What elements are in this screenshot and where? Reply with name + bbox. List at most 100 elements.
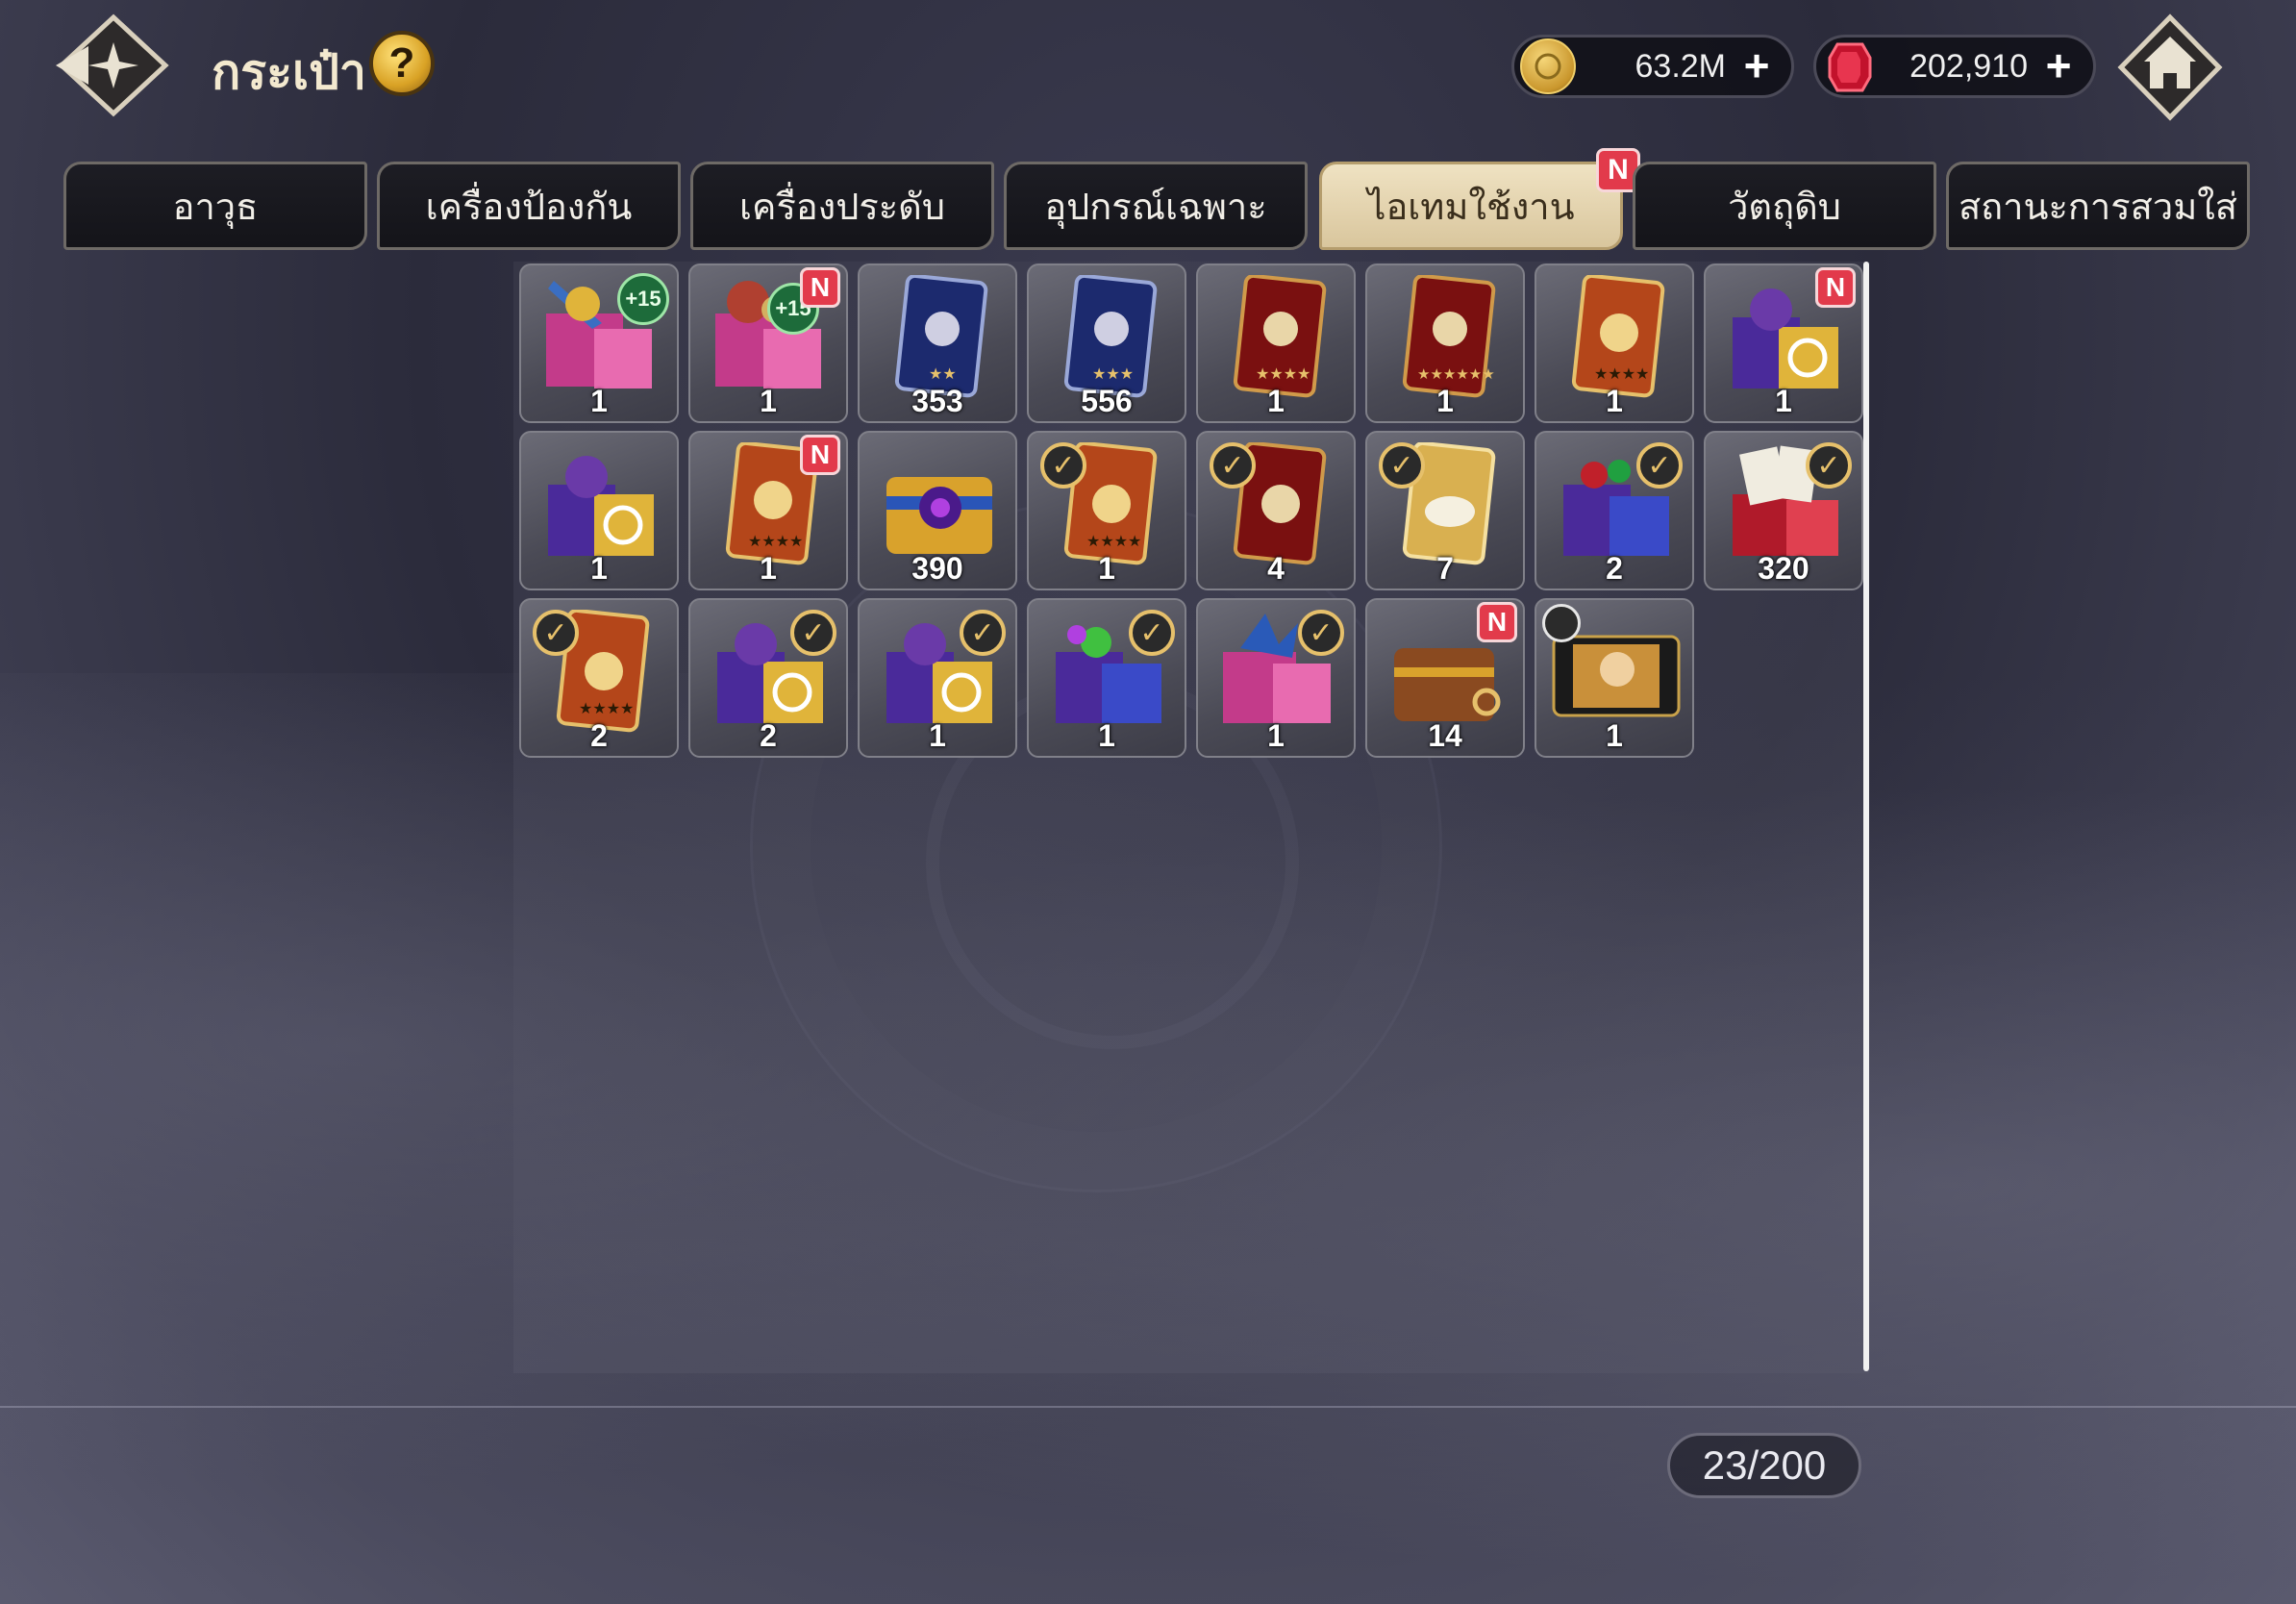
inventory-grid: +15 1 +15 N 1 ★★ 353 ★★★ 556 ★★★★ 1 ★★★★… [519, 263, 1863, 764]
item-quantity: 1 [1606, 718, 1623, 753]
inventory-item[interactable]: ★★★★ 1 [1535, 263, 1694, 423]
tab-consumables[interactable]: ไอเทมใช้งาน [1319, 162, 1623, 250]
svg-text:★★★★: ★★★★ [1594, 366, 1649, 383]
gem-amount: 202,910 [1909, 47, 2028, 85]
item-quantity: 1 [1098, 551, 1115, 586]
inventory-item[interactable]: ✓ 2 [688, 598, 848, 758]
inventory-item[interactable]: ✓ 1 [1027, 598, 1186, 758]
inventory-item[interactable]: ✓ 320 [1704, 431, 1863, 590]
item-quantity: 1 [1436, 384, 1454, 418]
item-quantity: 14 [1428, 718, 1462, 753]
svg-text:★★: ★★ [929, 366, 957, 383]
back-button[interactable] [50, 13, 173, 117]
svg-text:★★★: ★★★ [1092, 366, 1134, 383]
orange-card-icon: ★★★★ [1571, 275, 1665, 398]
svg-text:★★★★: ★★★★ [579, 701, 634, 717]
inventory-item[interactable]: ★★★★ ✓ 1 [1027, 431, 1186, 590]
item-quantity: 2 [590, 718, 608, 753]
item-quantity: 1 [760, 384, 777, 418]
item-quantity: 1 [1606, 384, 1623, 418]
inventory-item[interactable]: ★★★ 556 [1027, 263, 1186, 423]
item-quantity: 1 [929, 718, 946, 753]
home-button[interactable] [2117, 13, 2223, 121]
blue-card-icon: ★★ [894, 275, 988, 398]
item-quantity: 1 [1098, 718, 1115, 753]
checkmark-icon: ✓ [1806, 442, 1852, 489]
red-card-icon: ★★★★★★ [1402, 275, 1496, 398]
gem-currency: 202,910 + [1813, 35, 2096, 98]
tab-equip-status[interactable]: สถานะการสวมใส่ [1946, 162, 2250, 250]
checkmark-icon: ✓ [960, 610, 1006, 656]
item-quantity: 7 [1436, 551, 1454, 586]
inventory-item[interactable]: ✓ 2 [1535, 431, 1694, 590]
checkmark-icon: ✓ [790, 610, 836, 656]
checkmark-icon: ✓ [533, 610, 579, 656]
checkmark-icon: ✓ [1298, 610, 1344, 656]
add-gem-button[interactable]: + [2039, 43, 2078, 88]
help-button[interactable]: ? [369, 31, 435, 96]
item-quantity: 2 [1606, 551, 1623, 586]
inventory-item[interactable]: ★★ 353 [858, 263, 1017, 423]
inventory-item[interactable]: ★★★★ ✓ 2 [519, 598, 679, 758]
inventory-item[interactable]: 390 [858, 431, 1017, 590]
checkmark-icon: ✓ [1040, 442, 1086, 489]
category-tabs: อาวุธ เครื่องป้องกัน เครื่องประดับ อุปกร… [63, 148, 2250, 252]
item-quantity: 320 [1758, 551, 1809, 586]
inventory-item[interactable]: ★★★★ 1 [1196, 263, 1356, 423]
checkmark-icon: ✓ [1379, 442, 1425, 489]
purple-ring-box-icon [548, 456, 654, 556]
item-quantity: 1 [760, 551, 777, 586]
ruby-gem-icon [1822, 38, 1878, 94]
tab-weapons[interactable]: อาวุธ [63, 162, 367, 250]
new-badge: N [800, 435, 840, 475]
back-arrow-icon [56, 13, 169, 117]
svg-text:★★★★: ★★★★ [1086, 534, 1141, 550]
svg-text:★★★★: ★★★★ [748, 534, 803, 550]
item-quantity: 390 [911, 551, 963, 586]
gold-amount: 63.2M [1635, 47, 1727, 85]
inventory-item[interactable]: ★★★★ N 1 [688, 431, 848, 590]
timer-icon [1542, 604, 1581, 642]
new-badge: N [1477, 602, 1517, 642]
inventory-item[interactable]: ✓ 7 [1365, 431, 1525, 590]
tab-materials[interactable]: วัตถุดิบ [1633, 162, 1936, 250]
new-badge: N [1815, 267, 1856, 308]
checkmark-icon: ✓ [1636, 442, 1683, 489]
inventory-item[interactable]: ✓ 4 [1196, 431, 1356, 590]
item-quantity: 2 [760, 718, 777, 753]
svg-text:★★★★: ★★★★ [1256, 366, 1310, 383]
item-quantity: 1 [1775, 384, 1792, 418]
inventory-item[interactable]: ✓ 1 [858, 598, 1017, 758]
gold-currency: 63.2M + [1511, 35, 1794, 98]
plus15-badge: +15 [617, 273, 669, 325]
inventory-capacity: 23/200 [1667, 1433, 1861, 1498]
page-title: กระเป๋า [212, 45, 366, 99]
item-quantity: 1 [590, 551, 608, 586]
tab-exclusive-gear[interactable]: อุปกรณ์เฉพาะ [1004, 162, 1308, 250]
item-quantity: 353 [911, 384, 963, 418]
tab-armor[interactable]: เครื่องป้องกัน [377, 162, 681, 250]
inventory-item[interactable]: ★★★★★★ 1 [1365, 263, 1525, 423]
add-gold-button[interactable]: + [1737, 43, 1776, 88]
inventory-item[interactable]: +15 1 [519, 263, 679, 423]
checkmark-icon: ✓ [1210, 442, 1256, 489]
inventory-item[interactable]: +15 N 1 [688, 263, 848, 423]
red-card-icon: ★★★★ [1233, 275, 1327, 398]
gold-coin-icon [1520, 38, 1576, 94]
home-icon [2117, 13, 2223, 121]
inventory-item[interactable]: N 14 [1365, 598, 1525, 758]
item-quantity: 1 [590, 384, 608, 418]
footer-divider [0, 1406, 2296, 1408]
gold-chest-icon [886, 477, 992, 554]
inventory-item[interactable]: N 1 [1704, 263, 1863, 423]
inventory-item[interactable]: ✓ 1 [1196, 598, 1356, 758]
svg-text:★★★★★★: ★★★★★★ [1417, 366, 1495, 383]
item-quantity: 556 [1081, 384, 1133, 418]
tab-accessories[interactable]: เครื่องประดับ [690, 162, 994, 250]
inventory-item[interactable]: 1 [519, 431, 679, 590]
checkmark-icon: ✓ [1129, 610, 1175, 656]
inventory-item[interactable]: 1 [1535, 598, 1694, 758]
blue-card-icon: ★★★ [1063, 275, 1158, 398]
inventory-scrollbar[interactable] [1863, 262, 1869, 1371]
tab-consumables-label: ไอเทมใช้งาน [1367, 187, 1575, 228]
